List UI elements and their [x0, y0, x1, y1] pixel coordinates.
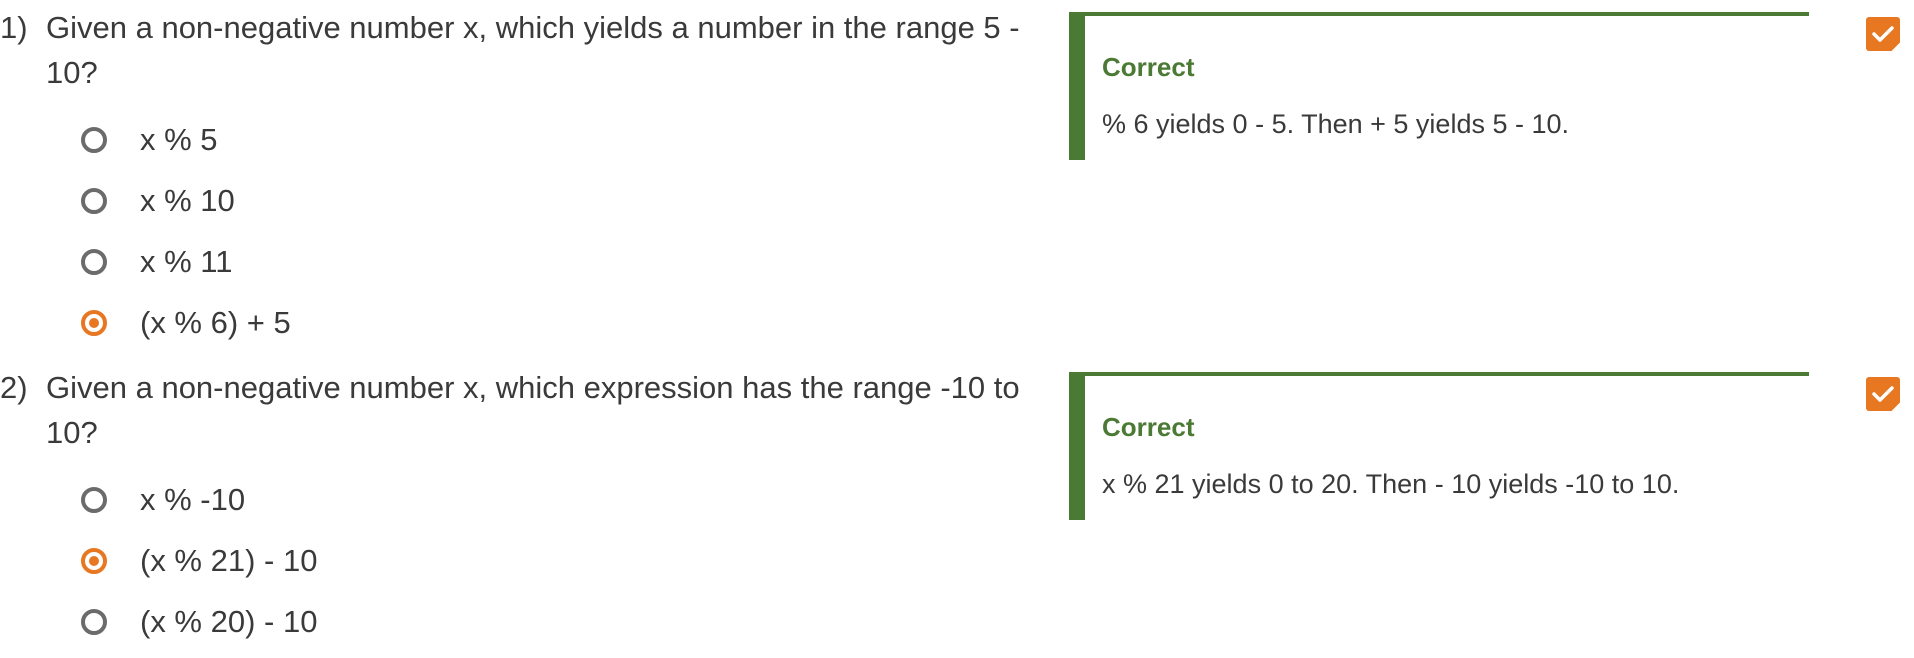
feedback-title: Correct: [1102, 412, 1195, 442]
choice-option[interactable]: (x % 21) - 10: [0, 530, 1040, 591]
question-1: 1) Given a non-negative number x, which …: [0, 5, 1914, 350]
radio-button[interactable]: [81, 608, 107, 635]
question-text: Given a non-negative number x, which yie…: [46, 10, 1020, 90]
question-2-prompt: 2) Given a non-negative number x, which …: [0, 365, 1040, 455]
choice-label: x % -10: [140, 481, 246, 517]
question-2: 2) Given a non-negative number x, which …: [0, 365, 1914, 655]
choice-option[interactable]: (x % 6) + 5: [0, 292, 1040, 353]
radio-button[interactable]: [81, 126, 107, 153]
choice-option[interactable]: (x % 20) - 10: [0, 591, 1040, 652]
choice-list: x % -10 (x % 21) - 10 (x % 20) - 10: [0, 469, 1040, 652]
radio-button[interactable]: [81, 248, 107, 275]
choice-list: x % 5 x % 10 x % 11 (x % 6) + 5: [0, 109, 1040, 353]
feedback-title: Correct: [1102, 52, 1195, 82]
choice-label: x % 10: [140, 182, 235, 218]
radio-button-selected[interactable]: [81, 547, 107, 574]
radio-button[interactable]: [81, 486, 107, 513]
feedback-text: x % 21 yields 0 to 20. Then - 10 yields …: [1102, 469, 1680, 499]
feedback-text: % 6 yields 0 - 5. Then + 5 yields 5 - 10…: [1102, 109, 1570, 139]
question-number: 2): [0, 370, 28, 405]
question-text: Given a non-negative number x, which exp…: [46, 370, 1020, 450]
choice-option[interactable]: x % 11: [0, 231, 1040, 292]
radio-button-selected[interactable]: [81, 309, 107, 336]
feedback-panel: Correct % 6 yields 0 - 5. Then + 5 yield…: [1069, 12, 1809, 160]
choice-label: (x % 6) + 5: [140, 304, 291, 340]
choice-label: x % 5: [140, 121, 218, 157]
question-number: 1): [0, 10, 28, 45]
question-1-body: 1) Given a non-negative number x, which …: [0, 5, 1040, 353]
feedback-panel: Correct x % 21 yields 0 to 20. Then - 10…: [1069, 372, 1809, 520]
choice-label: (x % 21) - 10: [140, 542, 318, 578]
checkmark-icon: [1866, 377, 1900, 411]
choice-label: x % 11: [140, 243, 233, 279]
choice-option[interactable]: x % 10: [0, 170, 1040, 231]
question-2-body: 2) Given a non-negative number x, which …: [0, 365, 1040, 652]
question-1-prompt: 1) Given a non-negative number x, which …: [0, 5, 1040, 95]
checkmark-icon: [1866, 17, 1900, 51]
radio-button[interactable]: [81, 187, 107, 214]
choice-option[interactable]: x % -10: [0, 469, 1040, 530]
choice-option[interactable]: x % 5: [0, 109, 1040, 170]
choice-label: (x % 20) - 10: [140, 603, 318, 639]
